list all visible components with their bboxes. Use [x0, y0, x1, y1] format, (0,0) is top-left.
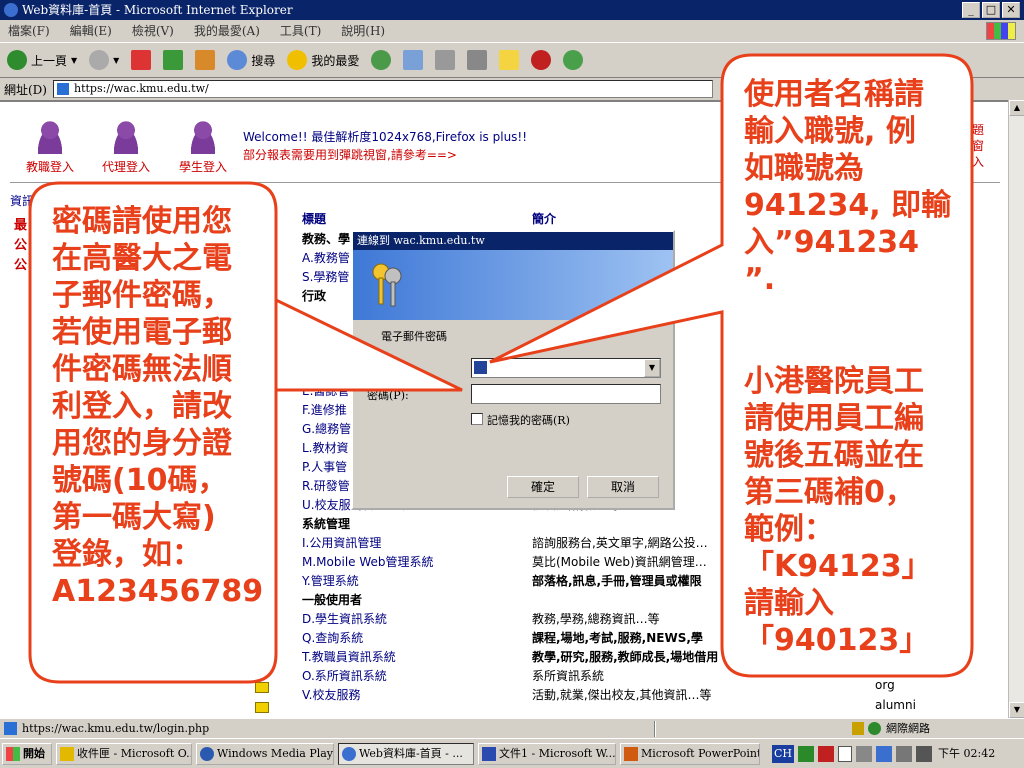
- callout-line: 請輸入: [744, 586, 834, 621]
- callout-line: 「K94123」: [744, 549, 932, 584]
- system-tray: CH 下午 02:42: [772, 743, 1022, 765]
- callout-line: 登錄，如：: [52, 537, 202, 572]
- callout-line: 941234, 即輸: [744, 188, 952, 223]
- windows-flag-icon: [6, 747, 20, 761]
- taskbar-item-label: 收件匣 - Microsoft O...: [77, 747, 192, 760]
- taskbar-item-powerpoint[interactable]: Microsoft PowerPoint...: [620, 743, 760, 765]
- ime-width-icon[interactable]: [838, 746, 853, 762]
- callout-line: 號後五碼並在: [744, 438, 924, 473]
- volume-icon[interactable]: [916, 746, 933, 762]
- taskbar-item-media-player[interactable]: Windows Media Player: [196, 743, 334, 765]
- network-icon[interactable]: [896, 746, 913, 762]
- callout-line: 第一碼大寫): [52, 500, 216, 535]
- callout-line: 請使用員工編: [744, 401, 924, 436]
- callout-line: 「940123」: [744, 623, 930, 658]
- status-separator: [654, 721, 656, 737]
- taskbar: 開始 收件匣 - Microsoft O... Windows Media Pl…: [0, 738, 1024, 768]
- ime-indicator[interactable]: CH: [772, 745, 795, 763]
- globe-icon: [868, 722, 881, 735]
- lock-icon: [852, 722, 864, 735]
- callout-line: A123456789: [52, 574, 264, 609]
- word-icon: [482, 747, 496, 761]
- callout-line: 小港醫院員工: [744, 364, 924, 399]
- powerpoint-icon: [624, 747, 638, 761]
- ime-input-icon[interactable]: [818, 746, 835, 762]
- taskbar-item-label: Windows Media Player: [217, 747, 334, 760]
- taskbar-item-word[interactable]: 文件1 - Microsoft W...: [478, 743, 616, 765]
- taskbar-item-outlook[interactable]: 收件匣 - Microsoft O...: [56, 743, 192, 765]
- pen-icon[interactable]: [876, 746, 893, 762]
- start-button[interactable]: 開始: [2, 743, 52, 765]
- outlook-icon: [60, 747, 74, 761]
- callout-line: 件密碼無法順: [52, 352, 232, 387]
- callout-line: ”.: [744, 262, 776, 297]
- security-zone: 網際網路: [886, 722, 930, 735]
- status-url: https://wac.kmu.edu.tw/login.php: [22, 722, 210, 735]
- taskbar-item-label: 文件1 - Microsoft W...: [499, 747, 616, 760]
- status-bar: https://wac.kmu.edu.tw/login.php 網際網路: [0, 718, 1024, 738]
- page-icon: [4, 722, 17, 735]
- callout-line: 子郵件密碼，: [52, 278, 232, 313]
- ie-icon: [342, 747, 356, 761]
- callout-line: 使用者名稱請: [744, 77, 924, 112]
- left-callout-text: 密碼請使用您 在高醫大之電 子郵件密碼， 若使用電子郵 件密碼無法順 利登入，請…: [52, 203, 263, 610]
- callout-line: 利登入，請改: [52, 389, 232, 424]
- callout-line: 號碼(10碼，: [52, 463, 228, 498]
- callout-line: 範例：: [744, 512, 834, 547]
- ime-keyboard-icon[interactable]: [856, 746, 873, 762]
- media-player-icon: [200, 747, 214, 761]
- right-callout-top-text: 使用者名稱請 輸入職號, 例 如職號為 941234, 即輸 入”941234 …: [744, 76, 951, 298]
- taskbar-item-label: Microsoft PowerPoint...: [641, 747, 760, 760]
- ime-mode-icon[interactable]: [798, 746, 815, 762]
- callout-line: 輸入職號, 例: [744, 114, 916, 149]
- callout-line: 在高醫大之電: [52, 241, 232, 276]
- callout-line: 第三碼補0，: [744, 475, 915, 510]
- callout-line: 密碼請使用您: [52, 204, 232, 239]
- taskbar-item-label: Web資料庫-首頁 - ...: [359, 747, 463, 760]
- callout-line: 用您的身分證: [52, 426, 232, 461]
- callout-line: 入”941234: [744, 225, 919, 260]
- right-callout-bottom-text: 小港醫院員工 請使用員工編 號後五碼並在 第三碼補0， 範例： 「K94123」…: [744, 363, 932, 659]
- start-label: 開始: [23, 747, 45, 760]
- taskbar-item-ie[interactable]: Web資料庫-首頁 - ...: [338, 743, 474, 765]
- clock: 下午 02:42: [938, 747, 996, 760]
- callout-line: 如職號為: [744, 151, 864, 186]
- callout-line: 若使用電子郵: [52, 315, 232, 350]
